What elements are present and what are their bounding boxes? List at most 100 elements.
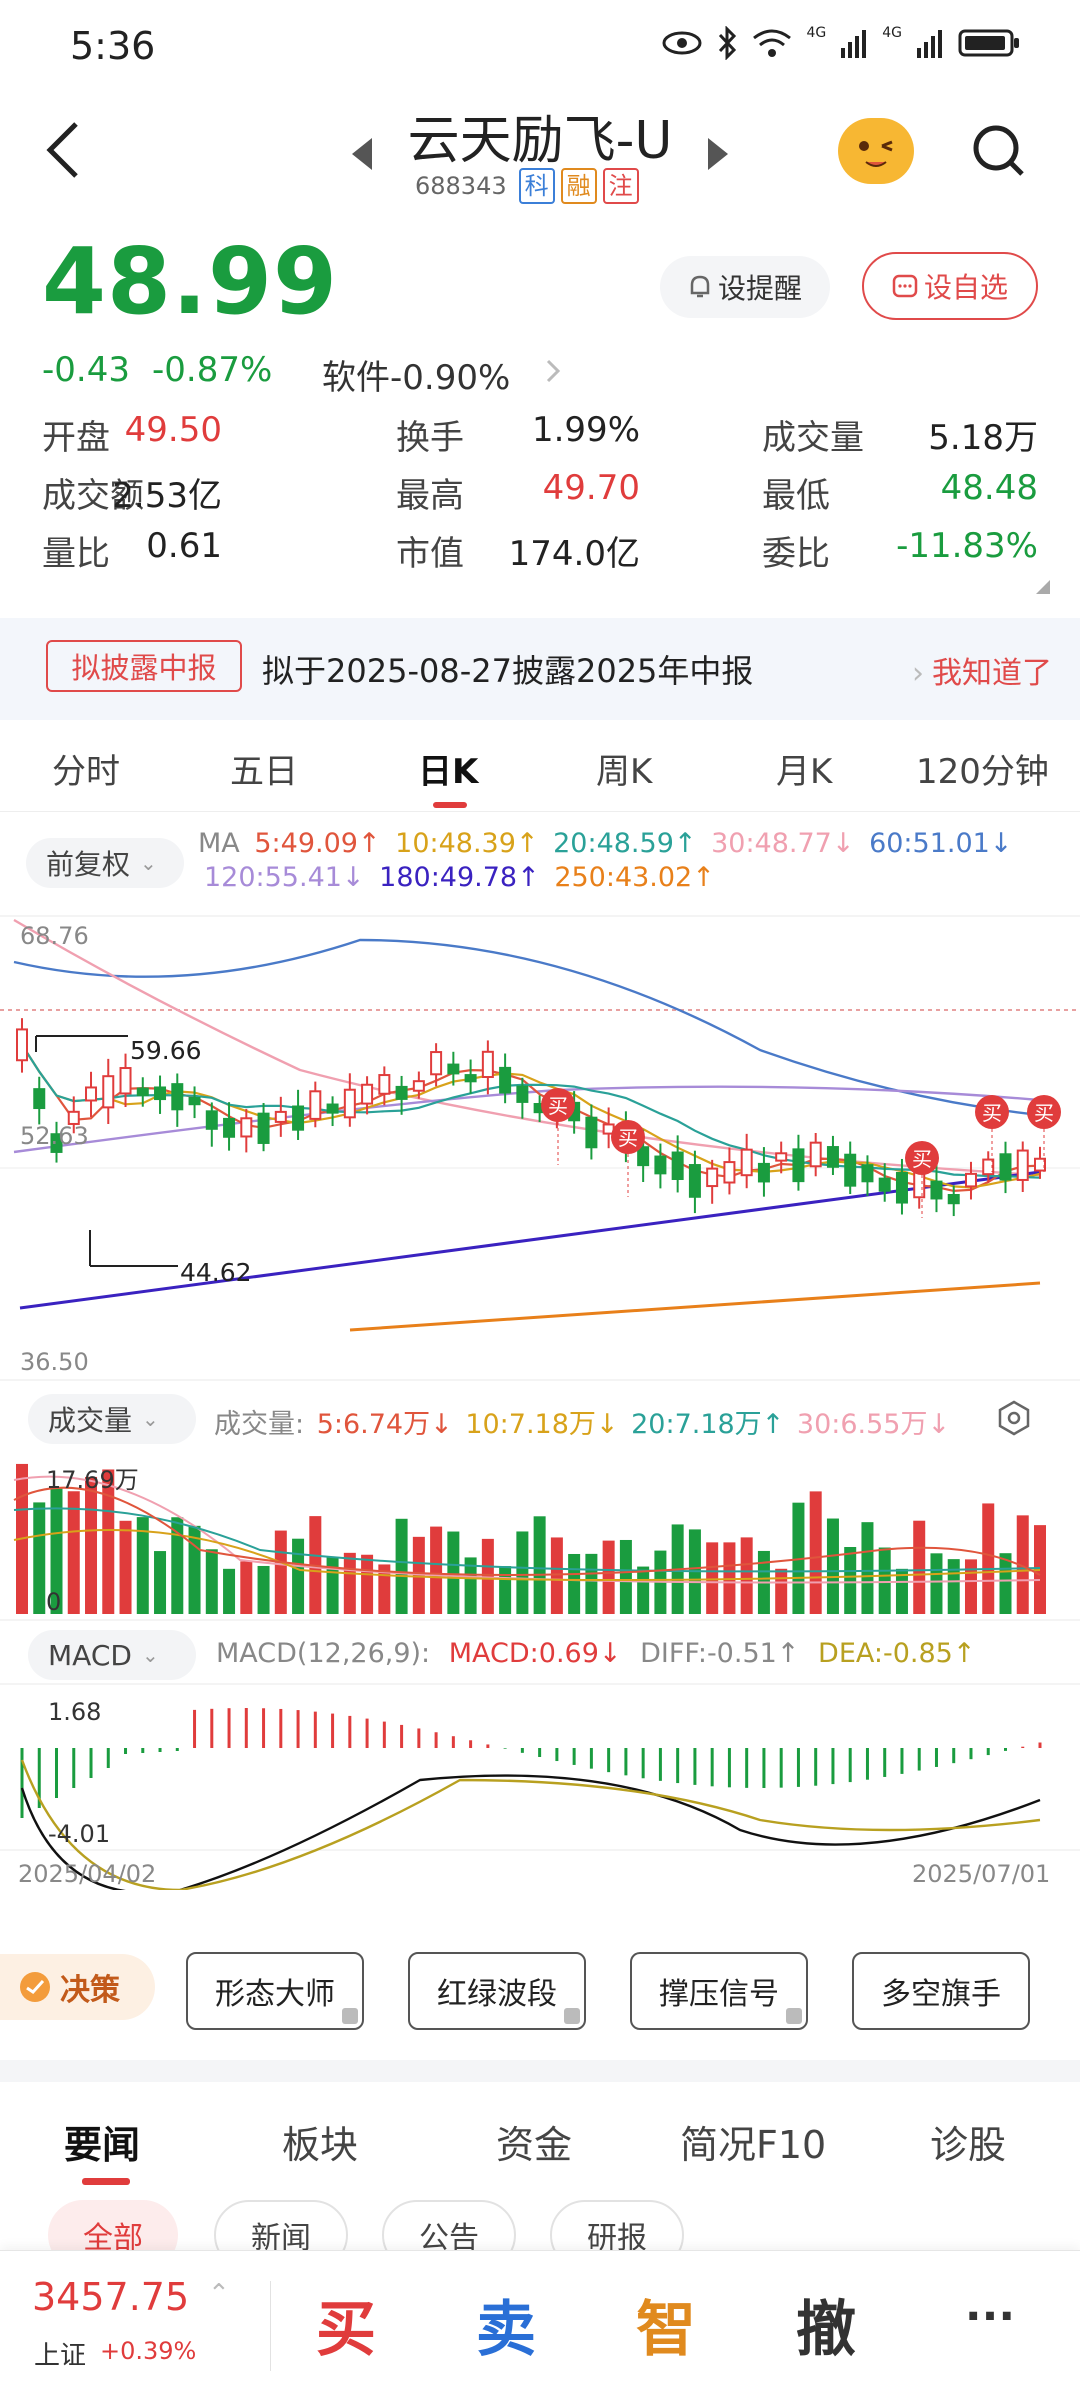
candlestick (464, 1074, 477, 1083)
tab-funds[interactable]: 资金 (496, 2114, 572, 2169)
search-icon[interactable] (970, 122, 1026, 178)
status-time: 5:36 (70, 24, 156, 68)
price-change-pct: -0.87% (152, 350, 273, 390)
volume-bar (809, 1491, 822, 1614)
volume-bar (33, 1502, 46, 1614)
lock-icon (564, 2008, 580, 2024)
index-change: +0.39% (100, 2337, 197, 2365)
candlestick (274, 1110, 287, 1123)
high-value: 49.70 (542, 468, 640, 508)
candlestick (343, 1088, 356, 1119)
ma250-line (349, 1281, 1041, 1332)
volume-bar (947, 1559, 960, 1614)
tab-monthly-k[interactable]: 月K (776, 744, 832, 793)
volume-label: 成交量 (762, 418, 864, 458)
volume-bar (499, 1566, 512, 1614)
volume-bar (706, 1542, 719, 1614)
lock-icon (786, 2008, 802, 2024)
volume-label: 成交量: (214, 1409, 305, 1440)
index-name: 上证 (34, 2341, 87, 2371)
ma-legend-row2: 120:55.41↓ 180:49.78↑ 250:43.02↑ (198, 862, 715, 893)
candlestick (326, 1103, 339, 1114)
tab-overview-f10[interactable]: 简况F10 (680, 2114, 826, 2169)
candlestick (740, 1148, 753, 1177)
candlestick (395, 1085, 408, 1100)
last-price: 48.99 (42, 228, 339, 335)
active-tab-underline (433, 802, 467, 808)
tool-red-green-band[interactable]: 红绿波段 (408, 1952, 586, 2030)
volume-bar (447, 1531, 460, 1614)
tool-bull-bear-flag[interactable]: 多空旗手 (852, 1952, 1030, 2030)
tab-weekly-k[interactable]: 周K (596, 744, 652, 793)
mascot-icon[interactable] (838, 118, 914, 184)
vol-ma20: 20:7.18万↑ (631, 1409, 785, 1440)
bottom-trade-bar: 3457.75 ⌃ 上证 +0.39% 买 卖 智 撤 ··· (0, 2250, 1080, 2400)
candlestick (516, 1085, 529, 1103)
tab-120-minute[interactable]: 120分钟 (916, 744, 1049, 793)
vol-ma10: 10:7.18万↓ (465, 1409, 619, 1440)
diff-value: DIFF:-0.51↑ (640, 1638, 800, 1669)
adjust-selector[interactable]: 前复权 ⌄ (26, 838, 184, 888)
tab-news-highlights[interactable]: 要闻 (64, 2114, 140, 2169)
candlestick (895, 1171, 908, 1204)
turnover-rate-value: 1.99% (531, 410, 640, 450)
volume-legend: 成交量: 5:6.74万↓ 10:7.18万↓ 20:7.18万↑ 30:6.5… (214, 1402, 950, 1441)
disclosure-text: 拟于2025-08-27披露2025年中报 (262, 652, 754, 690)
more-menu-icon[interactable]: ··· (930, 2291, 1050, 2342)
tab-sector[interactable]: 板块 (282, 2114, 358, 2169)
open-value: 49.50 (124, 410, 222, 450)
sell-button[interactable]: 卖 (446, 2281, 566, 2368)
decision-badge[interactable]: 决策 (0, 1954, 155, 2020)
volume-bar (826, 1518, 839, 1614)
candlestick (688, 1164, 701, 1198)
adjust-label: 前复权 (46, 848, 131, 881)
add-watchlist-button[interactable]: 设自选 (862, 252, 1038, 320)
kline-chart-area[interactable]: 买买买买买 68.76 52.63 36.50 59.66 44.62 成交量 … (0, 900, 1080, 1894)
volume-bar (999, 1553, 1012, 1614)
market-cap-label: 市值 (396, 534, 464, 574)
tab-daily-k[interactable]: 日K (418, 744, 478, 793)
cancel-order-button[interactable]: 撤 (766, 2281, 886, 2368)
candlestick (257, 1112, 270, 1144)
settings-hex-icon[interactable] (996, 1400, 1032, 1436)
expand-corner-icon[interactable] (1036, 580, 1050, 594)
tab-five-day[interactable]: 五日 (230, 744, 298, 793)
wifi-icon (753, 29, 792, 57)
candlestick (585, 1116, 598, 1149)
chevron-down-icon: ⌄ (140, 851, 157, 875)
volume-bar (878, 1547, 891, 1614)
tab-intraday[interactable]: 分时 (52, 744, 120, 793)
tab-diagnosis[interactable]: 诊股 (930, 2114, 1006, 2169)
volume-bar (154, 1551, 167, 1614)
chevron-up-icon[interactable]: ⌃ (208, 2279, 230, 2309)
index-value[interactable]: 3457.75 (32, 2275, 189, 2319)
tool-label: 多空旗手 (881, 1977, 1001, 2012)
tool-support-resistance[interactable]: 撑压信号 (630, 1952, 808, 2030)
chevron-right-icon[interactable] (545, 358, 561, 384)
period-tabs: 分时 五日 日K 周K 月K 120分钟 (0, 722, 1080, 812)
smart-button[interactable]: 智 (606, 2281, 726, 2368)
volume-ratio-label: 量比 (42, 534, 110, 574)
next-stock-arrow-icon[interactable] (708, 138, 728, 170)
macd-top-label: 1.68 (48, 1698, 102, 1726)
set-alert-button[interactable]: 设提醒 (660, 256, 830, 318)
disclosure-banner: 拟披露中报 拟于2025-08-27披露2025年中报 › 我知道了 (0, 618, 1080, 720)
candlestick (33, 1088, 46, 1110)
volume-bar (257, 1565, 270, 1614)
sector-change[interactable]: 软件-0.90% (322, 350, 510, 399)
candlestick (878, 1177, 891, 1192)
candlestick (775, 1152, 788, 1162)
candlestick (412, 1080, 425, 1092)
buy-button[interactable]: 买 (286, 2281, 406, 2368)
decision-label: 决策 (60, 1973, 120, 2008)
volume-value: 5.18万 (928, 418, 1038, 458)
tool-pattern-master[interactable]: 形态大师 (186, 1952, 364, 2030)
stock-title: 云天励飞-U (407, 111, 673, 171)
macd-selector[interactable]: MACD ⌄ (28, 1630, 196, 1680)
order-ratio-value: -11.83% (896, 526, 1038, 566)
tag-star-market: 科 (518, 168, 555, 204)
candlestick (309, 1090, 322, 1120)
dismiss-banner-link[interactable]: › 我知道了 (912, 648, 1052, 692)
volume-selector[interactable]: 成交量 ⌄ (28, 1394, 196, 1444)
candlestick (499, 1066, 512, 1094)
